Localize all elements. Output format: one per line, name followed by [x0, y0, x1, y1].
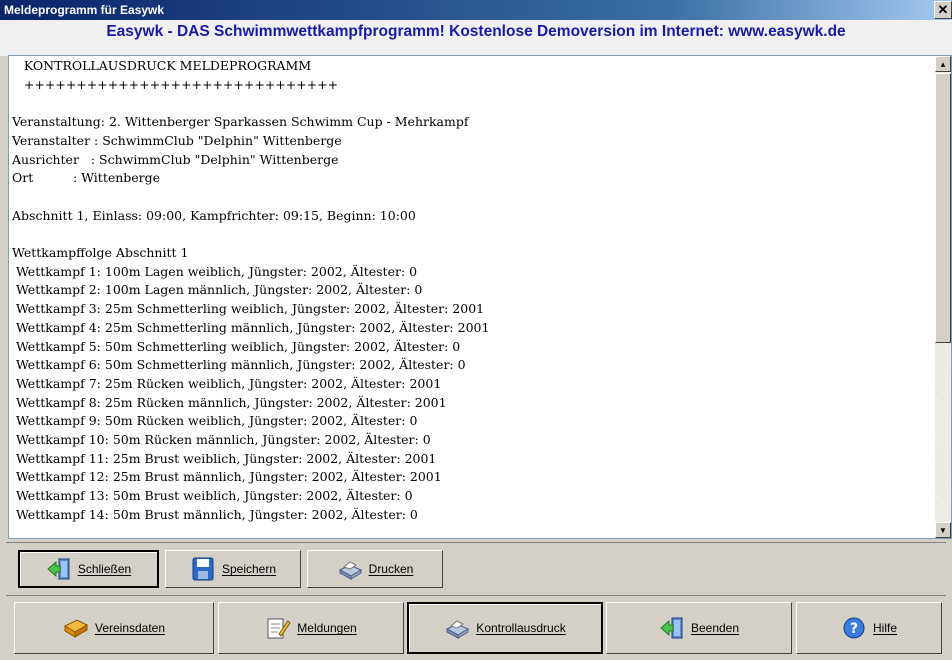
report-line: Veranstalter : SchwimmClub "Delphin" Wit… [12, 132, 342, 148]
close-report-label: Schließen [77, 562, 132, 576]
notepad-pencil-icon [265, 616, 291, 640]
close-icon[interactable]: ✕ [934, 1, 952, 19]
report-line: Wettkampf 6: 50m Schmetterling männlich,… [12, 357, 466, 373]
printer-icon [337, 557, 363, 581]
scroll-up-arrow-icon[interactable]: ▲ [935, 56, 951, 72]
exit-door-icon [46, 557, 72, 581]
report-line: Wettkampffolge Abschnitt 1 [12, 245, 189, 261]
save-button[interactable]: Speichern [165, 550, 301, 588]
svg-text:?: ? [850, 621, 858, 637]
printer-icon [444, 616, 470, 640]
report-line: KONTROLLAUSDRUCK MELDEPROGRAMM [12, 58, 312, 73]
print-button[interactable]: Drucken [307, 550, 443, 588]
exit-label: Beenden [690, 621, 740, 635]
report-line: Wettkampf 9: 50m Rücken weiblich, Jüngst… [12, 413, 418, 429]
report-line: Veranstaltung: 2. Wittenberger Sparkasse… [12, 114, 469, 130]
club-data-button[interactable]: Vereinsdaten [14, 602, 214, 654]
report-line: Wettkampf 4: 25m Schmetterling männlich,… [12, 319, 490, 335]
report-line: Wettkampf 13: 50m Brust weiblich, Jüngst… [12, 488, 413, 504]
report-line: Wettkampf 1: 100m Lagen weiblich, Jüngst… [12, 263, 418, 279]
report-line: Wettkampf 14: 50m Brust männlich, Jüngst… [12, 506, 418, 522]
banner: Easywk - DAS Schwimmwettkampfprogramm! K… [0, 20, 952, 56]
exit-button[interactable]: Beenden [606, 602, 792, 654]
club-data-label: Vereinsdaten [94, 621, 166, 635]
book-icon [63, 616, 89, 640]
report-line: Wettkampf 8: 25m Rücken männlich, Jüngst… [12, 394, 447, 410]
window-title: Meldeprogramm für Easywk [4, 3, 165, 17]
help-button[interactable]: ? Hilfe [796, 602, 942, 654]
report-line: Abschnitt 1, Einlass: 09:00, Kampfrichte… [12, 207, 416, 223]
control-printout-button[interactable]: Kontrollausdruck [407, 602, 603, 654]
report-textarea[interactable]: KONTROLLAUSDRUCK MELDEPROGRAMM +++++++++… [8, 55, 952, 539]
exit-door-icon [659, 616, 685, 640]
main-toolbar: Vereinsdaten Meldungen Kontrollausdruck … [6, 595, 946, 657]
entries-button[interactable]: Meldungen [218, 602, 404, 654]
vertical-scrollbar[interactable]: ▲ ▼ [935, 56, 951, 538]
report-line: Wettkampf 7: 25m Rücken weiblich, Jüngst… [12, 375, 442, 391]
scroll-down-arrow-icon[interactable]: ▼ [935, 522, 951, 538]
help-label: Hilfe [872, 621, 897, 635]
entries-label: Meldungen [297, 621, 357, 635]
print-label: Drucken [368, 562, 414, 576]
report-line: Wettkampf 3: 25m Schmetterling weiblich,… [12, 301, 485, 317]
floppy-disk-icon [190, 557, 216, 581]
title-bar: Meldeprogramm für Easywk ✕ [0, 0, 952, 20]
report-line: Wettkampf 2: 100m Lagen männlich, Jüngst… [12, 282, 423, 298]
report-text: KONTROLLAUSDRUCK MELDEPROGRAMM +++++++++… [9, 57, 935, 538]
report-line: Wettkampf 12: 25m Brust männlich, Jüngst… [12, 469, 442, 485]
help-question-icon: ? [841, 616, 867, 640]
report-line: ++++++++++++++++++++++++++++++ [12, 76, 339, 92]
report-line: Ausrichter : SchwimmClub "Delphin" Witte… [12, 151, 339, 167]
save-label: Speichern [221, 562, 277, 576]
report-line: Ort : Wittenberge [12, 170, 161, 186]
scroll-thumb[interactable] [935, 73, 951, 343]
report-line: Wettkampf 10: 50m Rücken männlich, Jüngs… [12, 432, 431, 448]
report-line: Wettkampf 5: 50m Schmetterling weiblich,… [12, 338, 461, 354]
control-printout-label: Kontrollausdruck [476, 621, 566, 635]
report-toolbar: Schließen Speichern Drucken [6, 542, 946, 590]
close-report-button[interactable]: Schließen [18, 550, 159, 588]
report-line: Wettkampf 11: 25m Brust weiblich, Jüngst… [12, 450, 437, 466]
